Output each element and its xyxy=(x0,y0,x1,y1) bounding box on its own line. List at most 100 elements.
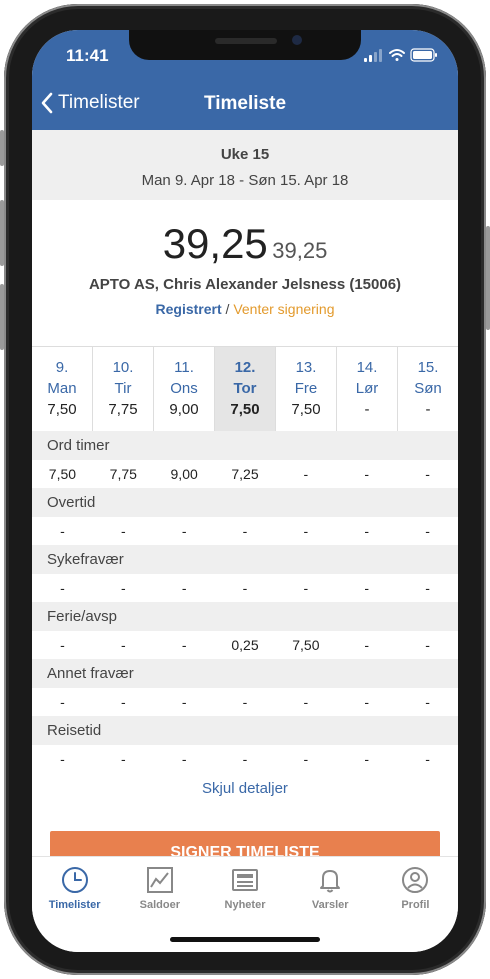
day-weekday: Man xyxy=(47,380,77,397)
day-weekday: Fre xyxy=(294,380,318,397)
home-indicator xyxy=(170,937,320,942)
category-cell: - xyxy=(181,637,187,653)
day-number: 12. xyxy=(234,359,256,376)
hide-details-link[interactable]: Skjul detaljer xyxy=(32,780,458,797)
day-4[interactable]: 12. Tor 7,50 xyxy=(215,347,276,432)
category-cell: - xyxy=(242,523,248,539)
category-cell: - xyxy=(60,694,65,710)
day-2[interactable]: 10. Tir 7,75 xyxy=(93,347,154,432)
category-cell: - xyxy=(181,751,187,767)
category-cell: - xyxy=(120,637,126,653)
category-cell: - xyxy=(181,694,187,710)
tab-label: Profil xyxy=(401,899,430,911)
category-cell: - xyxy=(425,466,430,482)
day-7[interactable]: 15. Søn - xyxy=(398,347,458,432)
silent-switch xyxy=(0,130,4,166)
total-hours-secondary: 39,25 xyxy=(272,238,328,263)
category-cell: 0,25 xyxy=(231,637,259,653)
tab-label: Saldoer xyxy=(139,899,180,911)
category-cell: - xyxy=(181,523,187,539)
category-cell: - xyxy=(425,751,430,767)
category-header: Annet fravær xyxy=(32,659,458,688)
volume-down-button xyxy=(0,284,4,350)
timesheet-summary: 39,25 39,25 APTO AS, Chris Alexander Jel… xyxy=(32,200,458,346)
category-cell: - xyxy=(425,694,430,710)
day-1[interactable]: 9. Man 7,50 xyxy=(32,347,93,432)
category-cell: - xyxy=(303,523,309,539)
category-row: ------- xyxy=(32,688,458,716)
day-hours: 9,00 xyxy=(169,401,199,418)
day-weekday: Tor xyxy=(233,380,257,397)
profile-icon xyxy=(402,867,429,893)
speaker xyxy=(215,38,277,44)
category-cell: - xyxy=(364,580,370,596)
category-cell: - xyxy=(120,694,126,710)
status-time: 11:41 xyxy=(66,46,109,65)
day-weekday: Lør xyxy=(355,380,379,397)
category-cell: - xyxy=(364,751,370,767)
day-3[interactable]: 11. Ons 9,00 xyxy=(154,347,215,432)
day-hours: - xyxy=(425,401,431,418)
day-6[interactable]: 14. Lør - xyxy=(337,347,398,432)
day-hours: 7,50 xyxy=(47,401,77,418)
day-selector: 9. Man 7,50 10. Tir 7,75 11. Ons 9,00 12. Tor 7,50 1… xyxy=(32,346,458,433)
day-hours: 7,50 xyxy=(291,401,321,418)
category-cell: - xyxy=(242,751,248,767)
category-cell: - xyxy=(242,694,248,710)
category-cell: - xyxy=(364,466,370,482)
newspaper-icon xyxy=(232,869,258,891)
day-number: 14. xyxy=(356,359,378,376)
category-cell: - xyxy=(60,637,65,653)
back-button[interactable]: Timelister xyxy=(40,92,140,114)
back-label: Timelister xyxy=(58,92,140,113)
day-number: 10. xyxy=(112,359,134,376)
total-hours: 39,25 39,25 xyxy=(32,220,458,268)
category-header: Sykefravær xyxy=(32,545,458,574)
category-cell: - xyxy=(303,466,309,482)
wifi-icon xyxy=(389,49,405,61)
hours-details: Ord timer 7,50 7,75 9,00 7,25- - - Overtid - - - - -… xyxy=(32,431,458,773)
category-row: ------- xyxy=(32,574,458,602)
category-cell: - xyxy=(425,637,430,653)
category-cell: - xyxy=(242,580,248,596)
category-cell: - xyxy=(60,523,65,539)
day-weekday: Tir xyxy=(114,380,132,397)
status-waiting: Venter signering xyxy=(233,301,335,317)
week-label: Uke 15 xyxy=(220,146,270,163)
category-cell: - xyxy=(303,751,309,767)
category-cell: 7,25 xyxy=(231,466,259,482)
volume-up-button xyxy=(0,200,4,266)
bell-icon xyxy=(320,870,341,893)
category-cell: - xyxy=(425,580,430,596)
tab-label: Nyheter xyxy=(224,899,266,911)
category-cell: - xyxy=(303,580,309,596)
category-row: - - - 0,25 7,50 - - xyxy=(32,631,458,659)
category-cell: - xyxy=(303,694,309,710)
category-cell: - xyxy=(364,637,370,653)
day-weekday: Ons xyxy=(170,380,198,397)
day-hours: 7,75 xyxy=(108,401,138,418)
category-row: 7,50 7,75 9,00 7,25 - - - xyxy=(32,460,458,488)
status-separator: / xyxy=(221,301,234,317)
tab-timelister[interactable]: Timelister xyxy=(32,857,117,952)
day-number: 11. xyxy=(174,359,194,376)
clock-icon xyxy=(61,867,88,893)
power-button xyxy=(486,226,490,330)
category-cell: - xyxy=(425,523,430,539)
tab-profil[interactable]: Profil xyxy=(373,857,458,952)
category-cell: - xyxy=(364,523,370,539)
category-header: Ord timer xyxy=(32,431,458,460)
day-hours: 7,50 xyxy=(230,401,260,418)
front-camera xyxy=(292,35,302,45)
chevron-left-icon xyxy=(41,92,53,114)
day-5[interactable]: 13. Fre 7,50 xyxy=(276,347,337,432)
status-registered: Registrert xyxy=(155,301,222,317)
nav-bar: Timelister Timeliste xyxy=(32,78,458,130)
battery-icon xyxy=(410,48,437,62)
screen: 11:41 Timelister Timeliste Uke 15 Man 9.… xyxy=(32,30,458,952)
week-range: Man 9. Apr 18 - Søn 15. Apr 18 xyxy=(141,172,349,189)
cellular-signal-icon xyxy=(364,49,382,62)
day-weekday: Søn xyxy=(414,380,442,397)
category-cell: - xyxy=(120,580,126,596)
status-line: Registrert / Venter signering xyxy=(32,301,458,317)
